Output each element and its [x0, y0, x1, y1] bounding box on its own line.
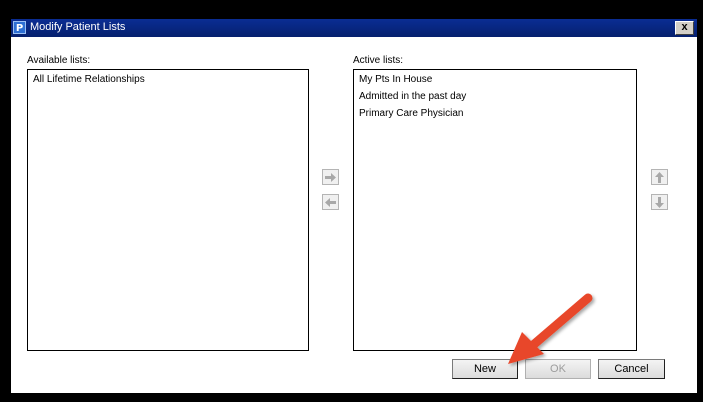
- list-item[interactable]: Primary Care Physician: [359, 106, 636, 123]
- title-bar[interactable]: P Modify Patient Lists x: [11, 19, 697, 37]
- cancel-button[interactable]: Cancel: [598, 359, 665, 379]
- window-title: Modify Patient Lists: [30, 21, 126, 33]
- list-item[interactable]: Admitted in the past day: [359, 89, 636, 106]
- active-lists-listbox[interactable]: My Pts In House Admitted in the past day…: [353, 69, 637, 351]
- close-button[interactable]: x: [675, 21, 694, 35]
- new-button[interactable]: New: [452, 359, 518, 379]
- move-down-button[interactable]: [651, 194, 668, 210]
- arrow-up-icon: [655, 171, 664, 183]
- active-lists-label: Active lists:: [353, 55, 404, 66]
- move-up-button[interactable]: [651, 169, 668, 185]
- ok-button[interactable]: OK: [525, 359, 591, 379]
- list-item[interactable]: All Lifetime Relationships: [33, 72, 308, 89]
- modify-patient-lists-dialog: P Modify Patient Lists x Available lists…: [11, 19, 697, 393]
- app-icon: P: [13, 21, 26, 34]
- available-lists-listbox[interactable]: All Lifetime Relationships: [27, 69, 309, 351]
- arrow-down-icon: [655, 196, 664, 208]
- move-right-button[interactable]: [322, 169, 339, 185]
- available-lists-label: Available lists:: [27, 55, 91, 66]
- arrow-right-icon: [325, 172, 336, 182]
- list-item[interactable]: My Pts In House: [359, 72, 636, 89]
- arrow-left-icon: [325, 197, 336, 207]
- move-left-button[interactable]: [322, 194, 339, 210]
